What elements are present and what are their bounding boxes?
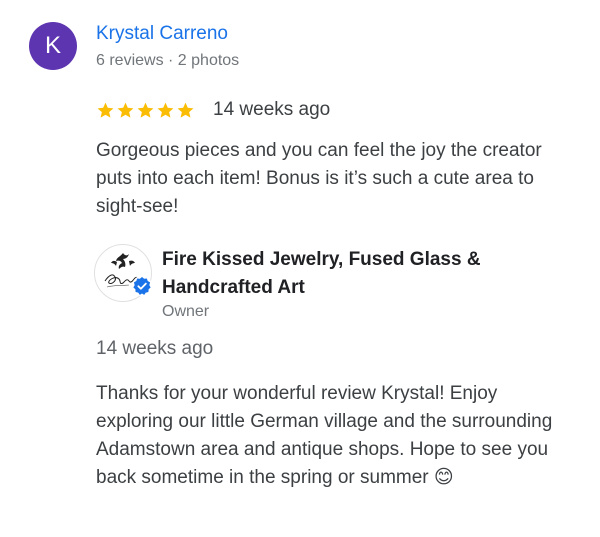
- response-timestamp: 14 weeks ago: [96, 338, 214, 359]
- reviewer-avatar[interactable]: K: [29, 22, 77, 70]
- owner-role-label: Owner: [162, 303, 210, 320]
- review-text: Gorgeous pieces and you can feel the joy…: [96, 140, 542, 217]
- star-icon: [157, 102, 174, 118]
- star-rating: [96, 101, 195, 120]
- owner-response-text: Thanks for your wonderful review Krystal…: [96, 383, 553, 488]
- owner-name: Fire Kissed Jewelry, Fused Glass & Handc…: [162, 249, 481, 298]
- review-timestamp: 14 weeks ago: [213, 99, 331, 120]
- reviewer-name-link[interactable]: Krystal Carreno: [96, 23, 228, 45]
- star-icon: [137, 102, 154, 118]
- star-icon: [177, 102, 194, 118]
- star-icon: [117, 102, 134, 118]
- verified-check-icon: [131, 275, 153, 297]
- rating-row: 14 weeks ago: [96, 98, 330, 122]
- reviewer-meta: 6 reviews · 2 photos: [96, 52, 240, 69]
- star-icon: [97, 102, 114, 118]
